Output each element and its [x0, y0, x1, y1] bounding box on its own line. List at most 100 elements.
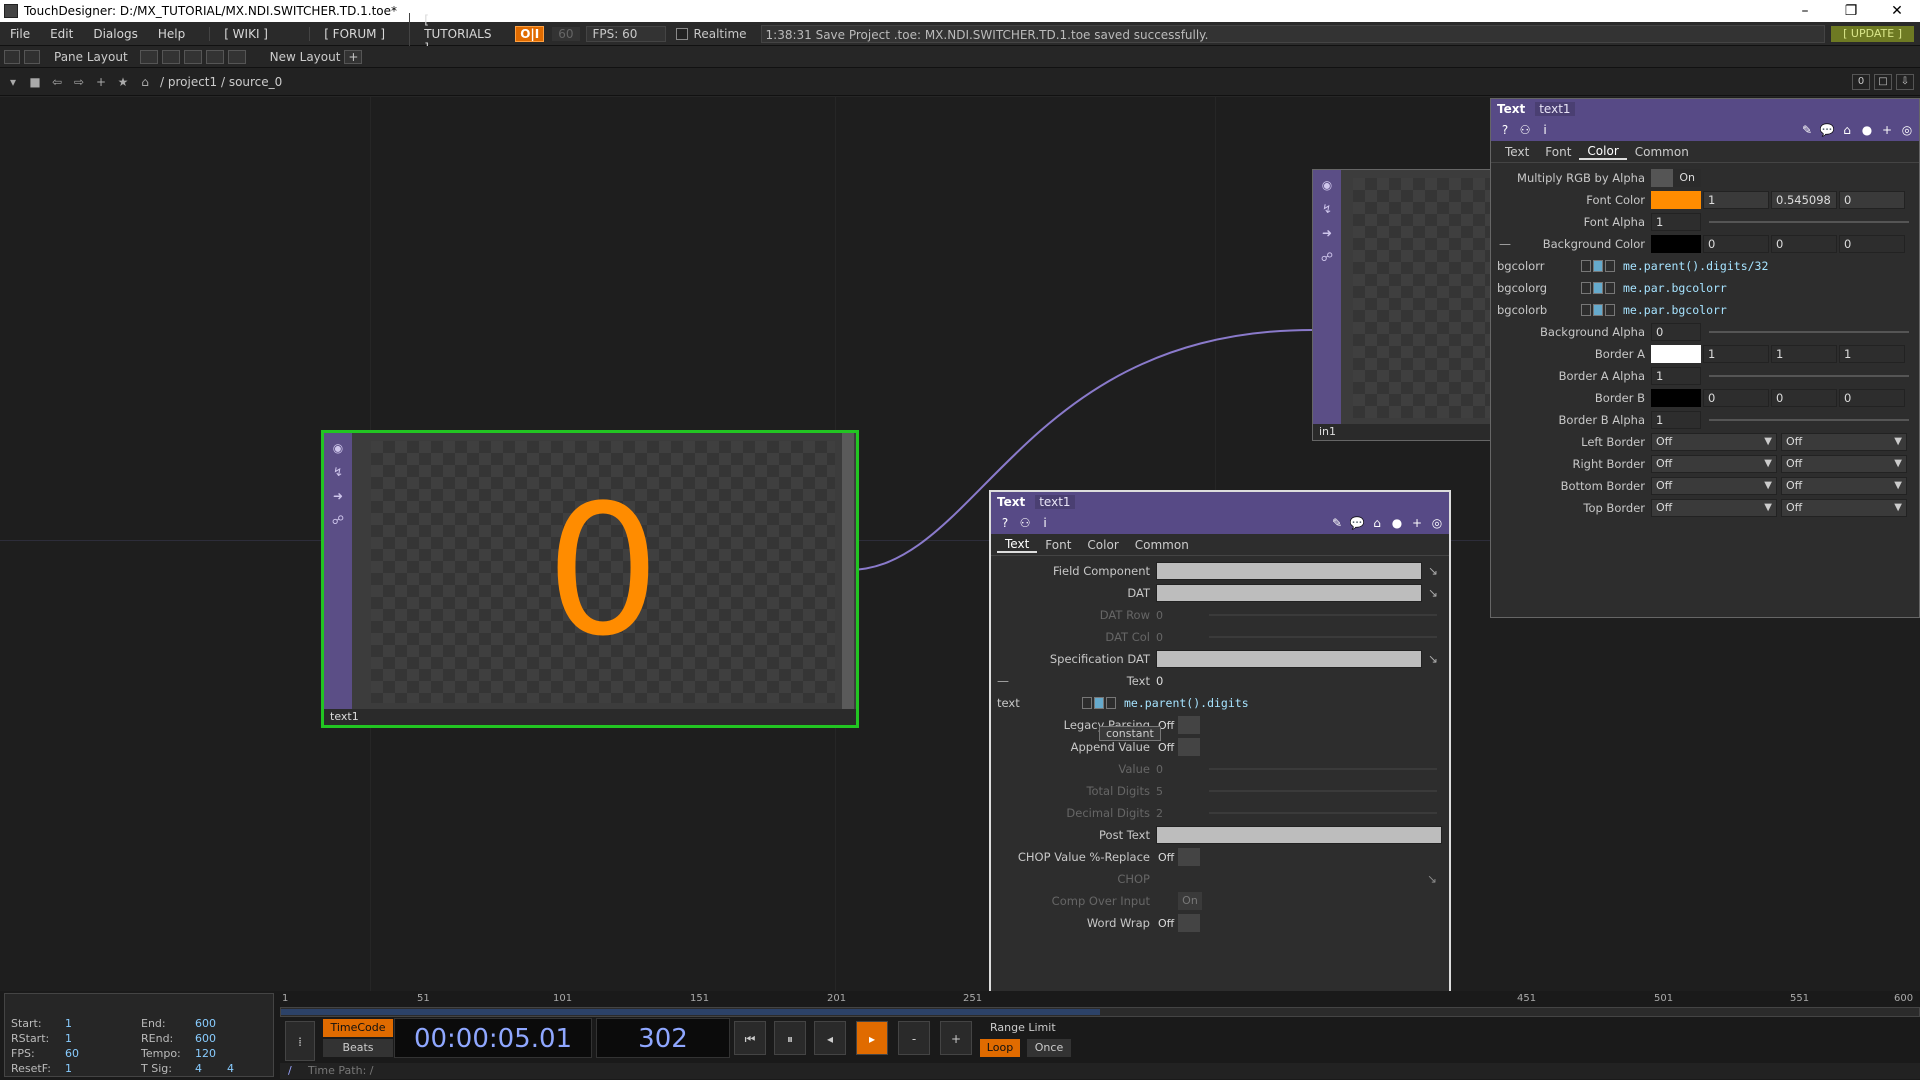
flag-icon[interactable]: ➜	[329, 487, 347, 505]
dat-row-slider[interactable]	[1209, 614, 1437, 616]
layout-split-h-icon[interactable]	[183, 49, 202, 64]
frame-display[interactable]: 302	[596, 1018, 730, 1058]
post-text-input[interactable]	[1156, 826, 1442, 844]
forward-icon[interactable]: ⇨	[70, 73, 88, 91]
new-layout-label[interactable]: New Layout	[270, 50, 341, 64]
dat-col-slider[interactable]	[1209, 636, 1437, 638]
border-a-r[interactable]: 1	[1703, 345, 1769, 363]
close-button[interactable]: ✕	[1874, 3, 1920, 19]
tempo-value[interactable]: 120	[195, 1046, 265, 1061]
top-border-dropdown-2[interactable]: Off ▼	[1781, 499, 1907, 517]
layout-triple-icon[interactable]	[205, 49, 224, 64]
border-a-swatch[interactable]	[1651, 345, 1701, 363]
home-icon[interactable]: ⌂	[136, 73, 154, 91]
star-icon[interactable]: ★	[114, 73, 132, 91]
border-b-swatch[interactable]	[1651, 389, 1701, 407]
update-button[interactable]: [ UPDATE ]	[1831, 25, 1914, 42]
step-plus-icon[interactable]: +	[940, 1021, 972, 1055]
layout-quad-icon[interactable]	[227, 49, 246, 64]
play-icon[interactable]: ▸	[856, 1021, 888, 1055]
op-name-field[interactable]: text1	[1535, 102, 1575, 116]
text-expr-value[interactable]: me.parent().digits	[1124, 696, 1249, 710]
bgcolorr-expr[interactable]: me.parent().digits/32	[1623, 259, 1768, 273]
start-value[interactable]: 1	[65, 1016, 135, 1031]
bg-color-b[interactable]: 0	[1839, 235, 1905, 253]
float-edit-icon[interactable]: ✎	[1329, 515, 1345, 531]
timeline-scrubber[interactable]	[280, 1007, 1920, 1017]
decimal-digits-slider[interactable]	[1209, 812, 1437, 814]
chop-arrow-icon[interactable]: ↘	[1427, 872, 1437, 886]
add-param-icon[interactable]: +	[1879, 122, 1895, 138]
tsig-num[interactable]: 4	[195, 1061, 227, 1076]
bgcolorb-expr[interactable]: me.par.bgcolorr	[1623, 303, 1727, 317]
bg-color-g[interactable]: 0	[1771, 235, 1837, 253]
total-digits-value[interactable]: 5	[1156, 785, 1206, 798]
bypass-icon[interactable]: ↯	[329, 463, 347, 481]
border-b-b[interactable]: 0	[1839, 389, 1905, 407]
value-slider[interactable]	[1209, 768, 1437, 770]
in1-bypass-icon[interactable]: ↯	[1318, 200, 1336, 218]
font-color-swatch[interactable]	[1651, 191, 1701, 209]
float-op-name-field[interactable]: text1	[1035, 495, 1075, 509]
dat-col-value[interactable]: 0	[1156, 631, 1206, 644]
comment-icon[interactable]: 💬	[1819, 122, 1835, 138]
font-color-r[interactable]: 1	[1703, 191, 1769, 209]
spec-dat-input[interactable]	[1156, 650, 1422, 668]
fps-value[interactable]: 60	[65, 1046, 135, 1061]
float-tab-color[interactable]: Color	[1079, 538, 1126, 552]
float-tag-icon[interactable]: ⌂	[1369, 515, 1385, 531]
tab-color[interactable]: Color	[1579, 144, 1627, 160]
menu-dialogs[interactable]: Dialogs	[83, 27, 147, 41]
float-info-icon[interactable]: i	[1037, 515, 1053, 531]
top-border-dropdown-1[interactable]: Off ▼	[1651, 499, 1777, 517]
float-help-icon[interactable]: ?	[997, 515, 1013, 531]
border-a-alpha-value[interactable]: 1	[1651, 367, 1701, 385]
tab-font[interactable]: Font	[1537, 145, 1579, 159]
forum-link[interactable]: [ FORUM ]	[309, 26, 409, 41]
timeline-toggle-icon[interactable]: ⁞	[285, 1021, 315, 1061]
beats-button[interactable]: Beats	[323, 1039, 393, 1057]
step-minus-icon[interactable]: -	[898, 1021, 930, 1055]
back-icon[interactable]: ⇦	[48, 73, 66, 91]
zero-button[interactable]: 0	[1852, 73, 1870, 90]
tab-common[interactable]: Common	[1627, 145, 1697, 159]
word-wrap-toggle[interactable]: Off	[1156, 914, 1200, 932]
border-a-g[interactable]: 1	[1771, 345, 1837, 363]
dropdown-icon[interactable]: ▾	[4, 73, 22, 91]
right-border-dropdown-2[interactable]: Off ▼	[1781, 455, 1907, 473]
bg-color-swatch[interactable]	[1651, 235, 1701, 253]
loop-button[interactable]: Loop	[980, 1039, 1020, 1057]
left-border-dropdown-1[interactable]: Off ▼	[1651, 433, 1777, 451]
decimal-digits-value[interactable]: 2	[1156, 807, 1206, 820]
add-icon[interactable]: +	[92, 73, 110, 91]
field-component-arrow-icon[interactable]: ↘	[1428, 564, 1438, 578]
border-b-g[interactable]: 0	[1771, 389, 1837, 407]
bottom-border-dropdown-1[interactable]: Off ▼	[1651, 477, 1777, 495]
restore-button[interactable]: ❐	[1828, 3, 1874, 19]
help-icon[interactable]: ?	[1497, 122, 1513, 138]
maximize-pane-icon[interactable]: □	[1874, 73, 1892, 90]
text-collapse-icon[interactable]: —	[997, 674, 1009, 688]
text1-node[interactable]: ◉ ↯ ➜ ☍ 0 text1	[321, 430, 859, 728]
spec-dat-arrow-icon[interactable]: ↘	[1428, 652, 1438, 666]
pane-icon-2[interactable]	[24, 49, 40, 64]
tab-text[interactable]: Text	[1497, 145, 1537, 159]
border-a-alpha-slider[interactable]	[1709, 375, 1909, 377]
pane-icon-1[interactable]	[4, 49, 20, 64]
value-value[interactable]: 0	[1156, 763, 1206, 776]
stop-icon[interactable]: ■	[26, 73, 44, 91]
python-help-icon[interactable]: ⚇	[1517, 122, 1533, 138]
network-path[interactable]: / project1 / source_0	[160, 75, 282, 89]
timeline-ruler[interactable]: 1 51 101 151 201 251 451 501 551 600	[280, 991, 1920, 1007]
border-b-alpha-slider[interactable]	[1709, 419, 1909, 421]
once-button[interactable]: Once	[1027, 1039, 1071, 1057]
step-back-icon[interactable]: ◂	[814, 1021, 846, 1055]
viewer-icon[interactable]: ◉	[329, 439, 347, 457]
rstart-value[interactable]: 1	[65, 1031, 135, 1046]
rend-value[interactable]: 600	[195, 1031, 265, 1046]
python-icon[interactable]: ●	[1859, 122, 1875, 138]
bg-alpha-value[interactable]: 0	[1651, 323, 1701, 341]
font-color-b[interactable]: 0	[1839, 191, 1905, 209]
border-a-b[interactable]: 1	[1839, 345, 1905, 363]
timecode-button[interactable]: TimeCode	[323, 1019, 393, 1037]
